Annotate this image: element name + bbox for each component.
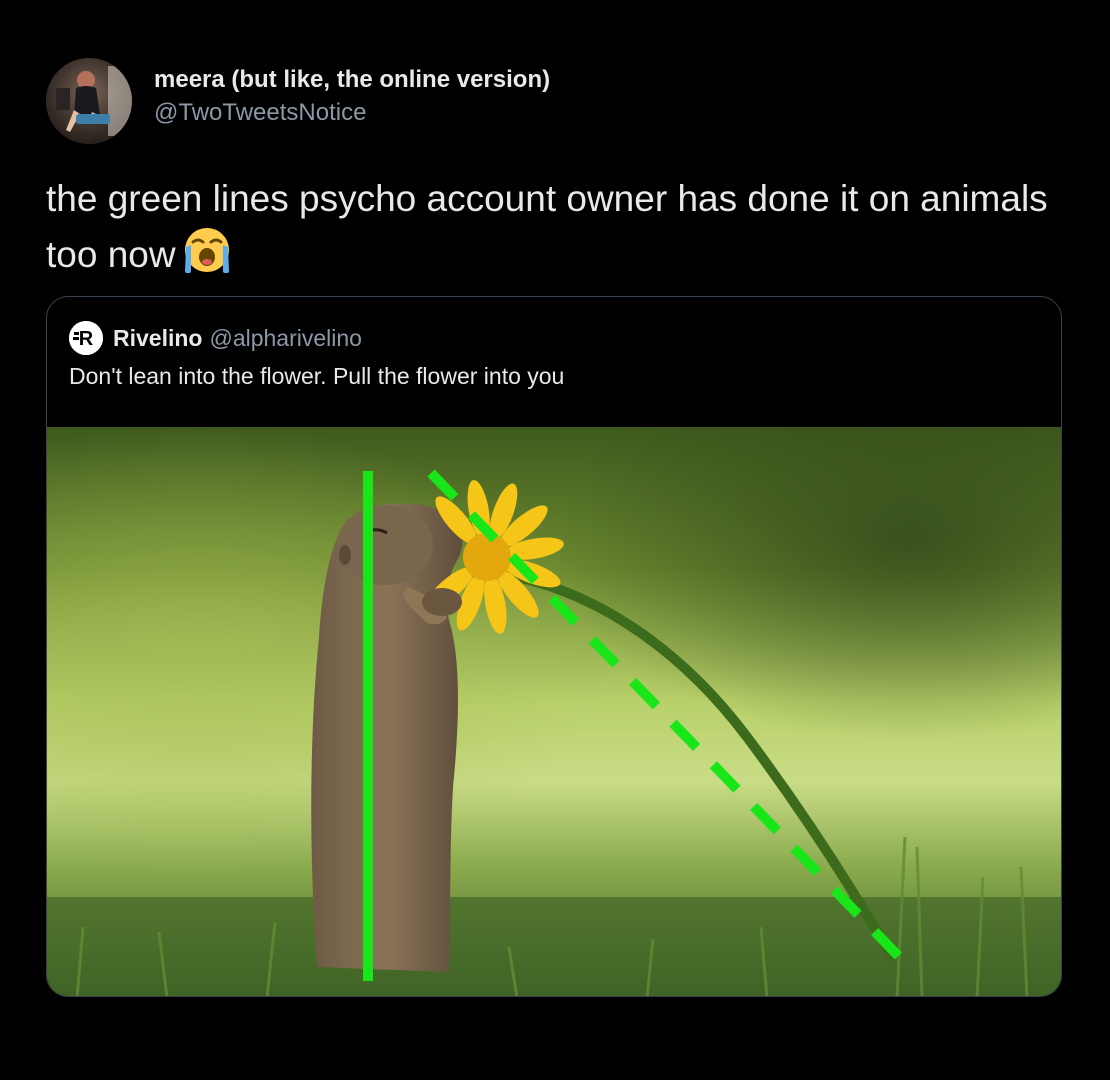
quoted-tweet-header: R Rivelino @alpharivelino xyxy=(69,321,362,355)
author-handle[interactable]: @TwoTweetsNotice xyxy=(154,96,550,130)
quoted-tweet-text: Don't lean into the flower. Pull the flo… xyxy=(69,363,565,389)
squirrel-flower-photo xyxy=(47,427,1061,996)
quoted-author-display-name[interactable]: Rivelino xyxy=(113,325,202,352)
avatar-photo xyxy=(46,58,132,144)
tweet-text: the green lines psycho account owner has… xyxy=(46,172,1066,289)
quoted-author-handle[interactable]: @alpharivelino xyxy=(209,325,362,352)
tweet: meera (but like, the online version) @Tw… xyxy=(0,0,1110,1080)
author-display-name[interactable]: meera (but like, the online version) xyxy=(154,64,550,96)
squirrel-head xyxy=(337,505,433,585)
author-avatar[interactable] xyxy=(46,58,132,144)
author-info: meera (but like, the online version) @Tw… xyxy=(154,64,550,130)
quoted-tweet-image[interactable] xyxy=(47,427,1061,996)
rivelino-logo-icon: R xyxy=(69,321,103,355)
quoted-tweet[interactable]: R Rivelino @alpharivelino Don't lean int… xyxy=(46,296,1062,997)
quoted-author-avatar[interactable]: R xyxy=(69,321,103,355)
loudly-crying-face-icon xyxy=(182,225,232,289)
svg-text:R: R xyxy=(79,328,94,350)
